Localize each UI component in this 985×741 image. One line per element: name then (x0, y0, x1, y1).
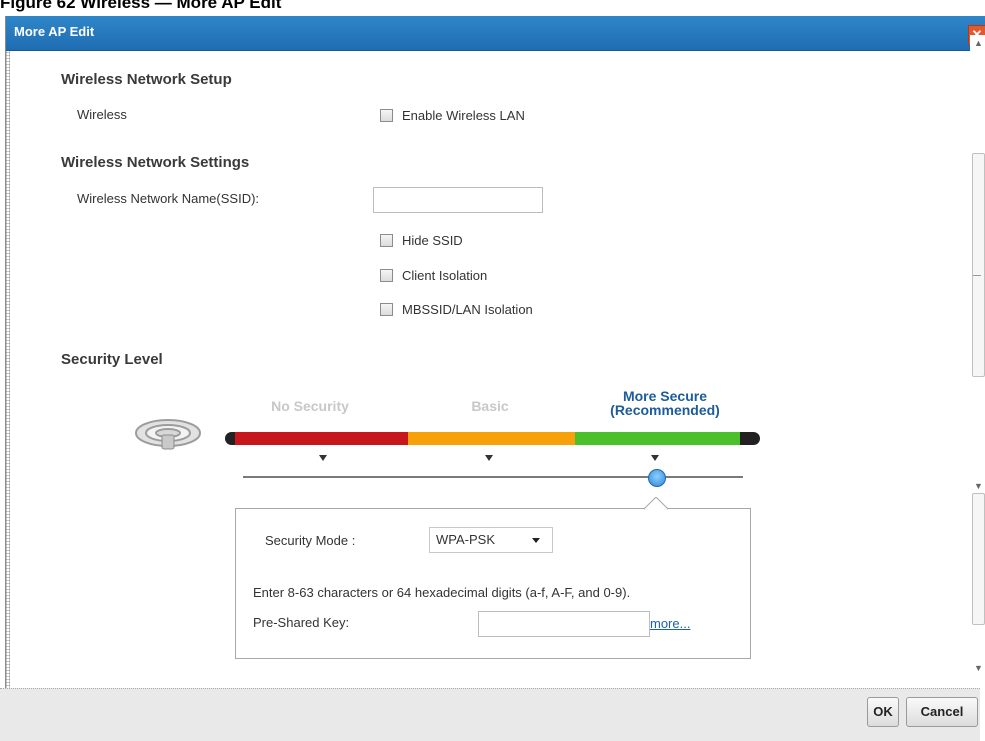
section-title-settings: Wireless Network Settings (61, 154, 250, 171)
psk-hint-text: Enter 8-63 characters or 64 hexadecimal … (253, 585, 631, 600)
level-no-security-label: No Security (271, 398, 349, 414)
security-mode-label: Security Mode : (265, 533, 356, 548)
ssid-label: Wireless Network Name(SSID): (77, 191, 260, 206)
client-isolation-label: Client Isolation (402, 268, 488, 283)
level-basic-label: Basic (471, 398, 509, 414)
hide-ssid-checkbox[interactable] (380, 234, 393, 247)
grip-icon (973, 275, 981, 276)
level-segment-red (235, 432, 408, 445)
scroll-marker-icon: ▼ (974, 481, 983, 491)
chevron-down-icon (532, 538, 540, 543)
scroll-down-arrow-icon[interactable]: ▼ (974, 663, 983, 673)
client-isolation-checkbox[interactable] (380, 269, 393, 282)
security-level-bar (225, 432, 760, 445)
security-mode-value: WPA-PSK (436, 532, 495, 547)
security-slider-track[interactable] (243, 476, 743, 478)
level-segment-green (575, 432, 740, 445)
level-segment-orange (408, 432, 575, 445)
dialog-footer (0, 688, 980, 741)
level-more-secure-line2: (Recommended) (610, 402, 720, 418)
enable-wireless-label: Enable Wireless LAN (402, 108, 525, 123)
level-marker-arrow-3 (651, 455, 659, 461)
level-marker-arrow-2 (485, 455, 493, 461)
figure-caption: Figure 62 Wireless — More AP Edit (0, 0, 282, 12)
panel-pointer (644, 497, 668, 510)
ok-button[interactable]: OK (867, 697, 899, 727)
dialog-border-pattern (5, 51, 10, 703)
dialog-titlebar: More AP Edit ✕ (6, 16, 985, 51)
scroll-up-arrow-icon[interactable]: ▲ (974, 38, 983, 48)
security-mode-select[interactable]: WPA-PSK (429, 527, 553, 553)
section-title-setup: Wireless Network Setup (61, 71, 232, 88)
content-scrollbar[interactable]: ▲ ▼ ▼ (970, 35, 985, 687)
scrollbar-thumb-lower[interactable] (972, 493, 985, 625)
level-marker-arrow-1 (319, 455, 327, 461)
more-link[interactable]: more... (650, 616, 690, 631)
wireless-label: Wireless (77, 107, 127, 122)
dialog-title: More AP Edit (14, 24, 95, 39)
mbssid-isolation-checkbox[interactable] (380, 303, 393, 316)
security-slider-knob[interactable] (648, 469, 666, 487)
enable-wireless-checkbox[interactable] (380, 109, 393, 122)
ssid-input[interactable] (373, 187, 543, 213)
mbssid-isolation-label: MBSSID/LAN Isolation (402, 302, 533, 317)
wifi-router-icon (135, 419, 201, 450)
level-more-secure-line1: More Secure (622, 388, 708, 404)
psk-input[interactable] (478, 611, 650, 637)
level-more-secure-label: More Secure (Recommended) (585, 389, 745, 417)
psk-label: Pre-Shared Key: (253, 615, 350, 630)
hide-ssid-label: Hide SSID (402, 233, 463, 248)
scrollbar-thumb-upper[interactable] (972, 153, 985, 377)
section-title-security: Security Level (61, 351, 163, 368)
cancel-button[interactable]: Cancel (906, 697, 978, 727)
